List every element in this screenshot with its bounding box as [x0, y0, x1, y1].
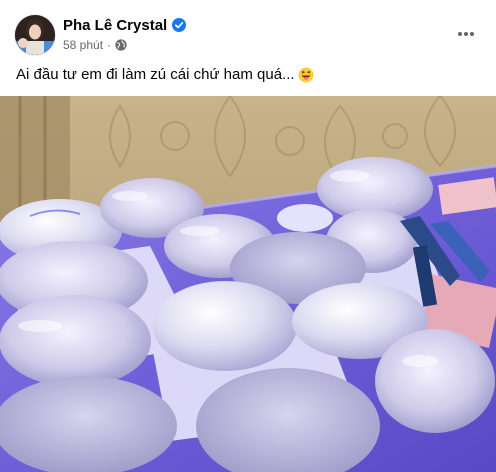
more-options-icon [458, 32, 474, 36]
more-options-button[interactable] [452, 20, 480, 48]
verified-badge-icon [172, 18, 187, 32]
author-row: Pha Lê Crystal [63, 16, 187, 34]
author-avatar[interactable] [15, 15, 55, 55]
post-caption: Ai đầu tư em đi làm zú cái chứ ham quá..… [16, 65, 480, 85]
avatar-image [15, 15, 55, 55]
post-header: Pha Lê Crystal 58 phút · [0, 0, 496, 58]
author-name[interactable]: Pha Lê Crystal [63, 17, 167, 34]
caption-text: Ai đầu tư em đi làm zú cái chứ ham quá..… [16, 66, 295, 83]
post-photo[interactable] [0, 96, 496, 472]
post-meta: 58 phút · [63, 37, 127, 53]
laughing-tongue-emoji-icon [298, 67, 314, 83]
post-timestamp[interactable]: 58 phút [63, 38, 103, 52]
globe-icon[interactable] [115, 39, 127, 51]
meta-separator: · [107, 38, 112, 52]
photo-image [0, 96, 496, 472]
facebook-post: Pha Lê Crystal 58 phút · Ai đầu tư em đi… [0, 0, 496, 472]
